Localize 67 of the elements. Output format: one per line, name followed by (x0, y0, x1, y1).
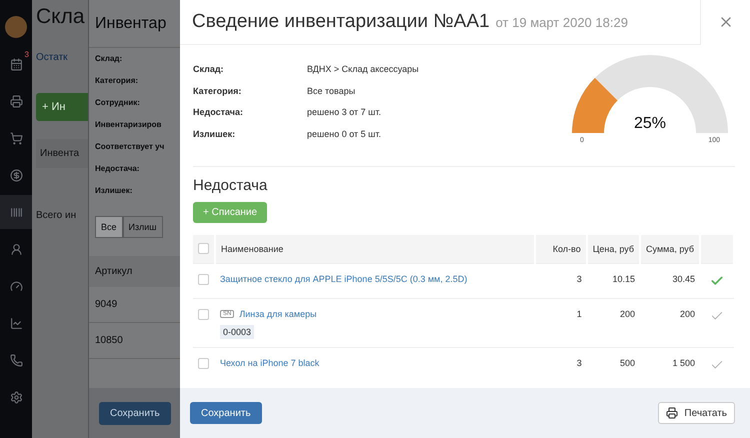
column-header: Цена, руб (586, 235, 640, 263)
checkbox[interactable] (198, 243, 209, 254)
avatar-icon (5, 16, 27, 38)
field-label: Сотрудник: (95, 97, 141, 109)
check-icon[interactable] (710, 274, 724, 288)
info-label: Недостача: (193, 106, 244, 119)
info-value: решено 3 от 7 шт. (307, 106, 382, 119)
column-header: Наименование (215, 235, 535, 263)
product-link[interactable]: Чехол на iPhone 7 black (220, 358, 320, 368)
info-value: Все товары (307, 84, 356, 98)
gauge-reading: 25% (632, 115, 668, 133)
checkbox[interactable] (198, 358, 209, 369)
filter-bar: Инвента (36, 139, 88, 168)
gauge-icon (10, 280, 22, 292)
column-header: Артикул (89, 256, 180, 287)
field-label: Излишек: (95, 185, 134, 197)
info-label: Категория: (193, 84, 242, 98)
page-title: Скла (36, 4, 86, 30)
save-button[interactable]: Сохранить (190, 402, 262, 424)
table-cell: 10.15 (586, 263, 640, 298)
section-title: Недостача (193, 177, 268, 194)
table-cell: 30.45 (640, 263, 700, 298)
checkbox[interactable] (198, 274, 209, 285)
modal-title: Сведение инвентаризации №АА1 (192, 11, 490, 33)
date-text: от 19 март 2020 18:29 (496, 14, 629, 30)
field-label: Инвентаризиров (95, 119, 162, 131)
field-label: Недостача: (95, 163, 140, 175)
dollar-icon (10, 168, 22, 182)
field-label: Категория: (95, 75, 140, 87)
notification-count: 3 (24, 50, 29, 59)
settings-icon (10, 390, 22, 404)
save-button[interactable]: Сохранить (99, 402, 171, 424)
column-header: Сумма, руб (640, 235, 700, 263)
info-label: Излишек: (193, 128, 236, 140)
printer-icon (666, 407, 678, 419)
add-button[interactable]: + Ин (36, 93, 88, 121)
table-cell: 3 (534, 347, 587, 382)
sidebar-item[interactable] (0, 195, 32, 229)
write-off-button[interactable]: + Списание (193, 202, 268, 223)
product-link[interactable]: Линза для камеры (239, 308, 317, 318)
person-icon (10, 242, 22, 256)
table-cell: 200 (586, 298, 640, 347)
serial-number: 0-0003 (220, 324, 254, 338)
field-label: Соответствует уч (95, 141, 166, 153)
filter-tab[interactable]: Излиш (122, 216, 163, 238)
tab-link[interactable]: Остатк (36, 52, 88, 63)
table-cell: 500 (586, 347, 640, 382)
print-button[interactable]: Печатать (658, 402, 735, 424)
column-header: Кол-во (534, 235, 587, 263)
table-cell: 1 500 (640, 347, 700, 382)
info-value: ВДНХ > Склад аксессуары (307, 63, 420, 76)
phone-icon (10, 354, 22, 366)
total-text: Всего ин (36, 210, 78, 221)
table-cell: 1 (534, 298, 587, 347)
calendar-icon (10, 58, 22, 70)
chart-icon (10, 316, 22, 330)
table-cell: 3 (534, 263, 587, 298)
info-label: Склад: (193, 63, 225, 76)
barcode-icon (10, 206, 22, 218)
product-link[interactable]: Защитное стекло для APPLE iPhone 5/5S/5C (0.3 мм, 2.5D) (220, 274, 468, 284)
checkbox[interactable] (198, 308, 209, 320)
field-label: Склад: (95, 53, 124, 65)
table-cell: 200 (640, 298, 700, 347)
sidebar-item[interactable]: 3 (0, 47, 32, 81)
info-value: решено 0 от 5 шт. (307, 128, 382, 141)
filter-tab[interactable]: Все (95, 216, 123, 238)
cart-icon (10, 132, 22, 144)
